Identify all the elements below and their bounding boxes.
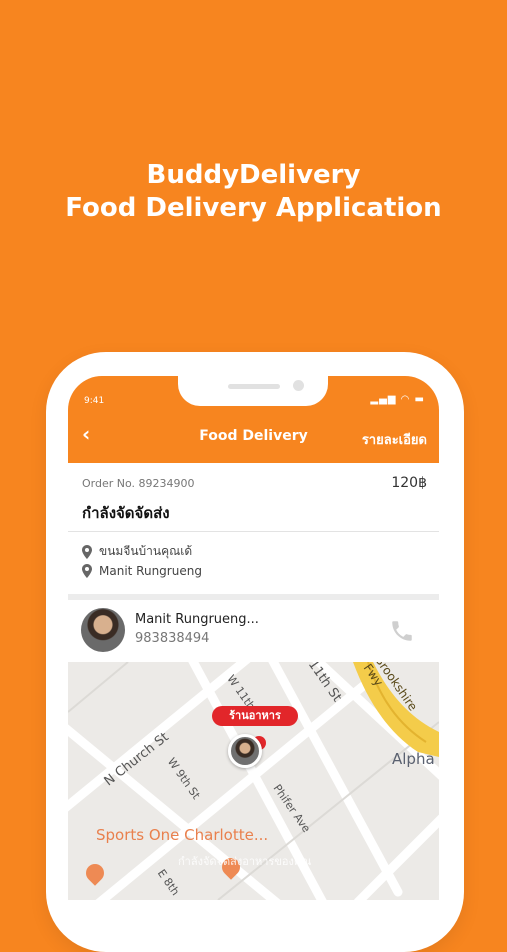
street-label: Alpha bbox=[392, 750, 435, 768]
pickup-address-text: ขนมจีนบ้านคุณเด้ bbox=[99, 544, 193, 558]
address-card: ขนมจีนบ้านคุณเด้ Manit Rungrueng bbox=[68, 532, 439, 594]
location-pin-icon bbox=[82, 544, 92, 559]
details-link[interactable]: รายละเอียด bbox=[362, 429, 427, 450]
delivery-map[interactable]: N Church St W 9th St W 11th St N 11th St… bbox=[68, 662, 439, 900]
order-number: Order No. 89234900 bbox=[82, 477, 195, 490]
driver-card: Manit Rungrueng... 983838494 bbox=[68, 600, 439, 662]
app-screen: 9:41 ▂▄▆ ◠ ▬ ‹ Food Delivery รายละเอียด … bbox=[68, 376, 439, 900]
driver-name: Manit Rungrueng... bbox=[135, 612, 259, 627]
order-card: Order No. 89234900 120฿ กำลังจัดจัดส่ง bbox=[68, 463, 439, 532]
status-time: 9:41 bbox=[84, 396, 105, 406]
status-icons: ▂▄▆ ◠ ▬ bbox=[370, 394, 425, 405]
dropoff-address-text: Manit Rungrueng bbox=[99, 564, 202, 578]
pickup-address: ขนมจีนบ้านคุณเด้ bbox=[82, 542, 192, 561]
map-overlay-text: กำลังจัดจัดส่งอาหารของคุณ bbox=[178, 855, 312, 868]
order-status: กำลังจัดจัดส่ง bbox=[82, 504, 170, 522]
restaurant-badge[interactable]: ร้านอาหาร bbox=[212, 706, 298, 726]
poi-label: Sports One Charlotte... bbox=[96, 826, 269, 844]
promo-title: BuddyDelivery bbox=[146, 160, 361, 190]
driver-map-marker[interactable] bbox=[228, 734, 262, 768]
camera-icon bbox=[293, 380, 304, 391]
order-price: 120฿ bbox=[391, 475, 427, 491]
dropoff-address: Manit Rungrueng bbox=[82, 564, 202, 578]
location-pin-icon bbox=[82, 564, 92, 578]
promo-subtitle: Food Delivery Application bbox=[65, 193, 442, 223]
speaker-icon bbox=[228, 384, 280, 389]
phone-icon[interactable] bbox=[389, 618, 415, 644]
phone-notch bbox=[178, 376, 328, 406]
driver-phone: 983838494 bbox=[135, 631, 210, 646]
driver-avatar bbox=[81, 608, 125, 652]
